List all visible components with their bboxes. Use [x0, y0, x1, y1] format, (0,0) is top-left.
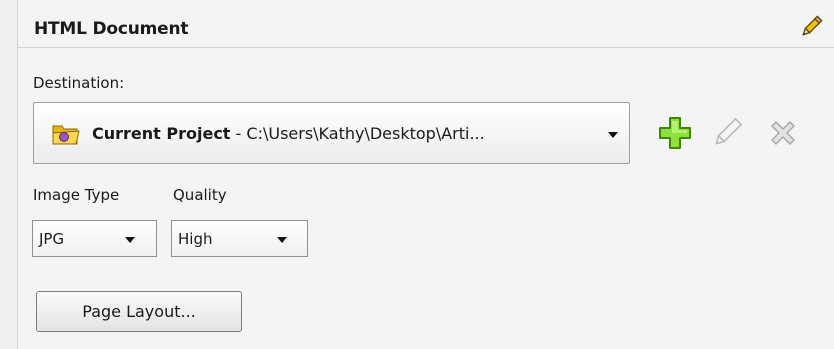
pencil-icon[interactable]	[798, 14, 824, 40]
folder-icon	[52, 125, 80, 145]
html-document-panel: HTML Document Destination: Current Proje…	[17, 0, 834, 349]
quality-value: High	[178, 230, 213, 248]
quality-select[interactable]: High	[171, 220, 308, 257]
image-type-select[interactable]: JPG	[32, 220, 157, 257]
destination-label: Destination:	[33, 74, 125, 92]
page-layout-button[interactable]: Page Layout...	[36, 291, 242, 332]
chevron-down-icon	[277, 237, 287, 243]
chevron-down-icon	[608, 132, 618, 138]
destination-dropdown[interactable]: Current Project - C:\Users\Kathy\Desktop…	[33, 102, 630, 164]
panel-header: HTML Document	[18, 0, 834, 48]
close-icon[interactable]	[766, 116, 800, 150]
destination-separator: -	[230, 124, 247, 143]
destination-path: C:\Users\Kathy\Desktop\Arti...	[246, 124, 485, 143]
image-type-value: JPG	[39, 230, 65, 248]
plus-icon[interactable]	[658, 116, 692, 150]
destination-project-name: Current Project	[92, 124, 231, 143]
pencil-icon[interactable]	[710, 116, 744, 150]
quality-label: Quality	[173, 186, 227, 204]
chevron-down-icon	[125, 237, 135, 243]
panel-title: HTML Document	[34, 19, 189, 39]
destination-value: Current Project - C:\Users\Kathy\Desktop…	[92, 124, 485, 143]
image-type-label: Image Type	[33, 186, 120, 204]
